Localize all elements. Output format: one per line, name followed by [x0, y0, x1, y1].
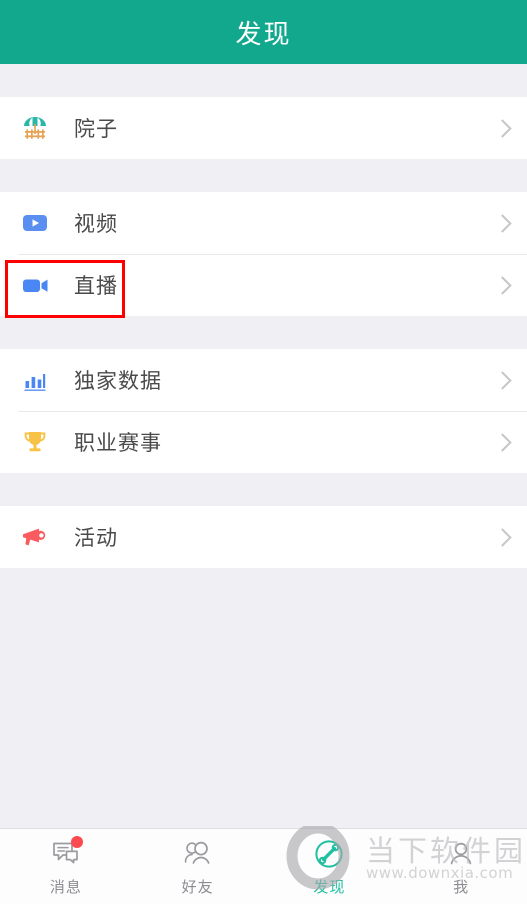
section-activity: 活动 [0, 506, 527, 568]
list-item-label: 独家数据 [74, 369, 162, 393]
page-header: 发现 [0, 0, 527, 64]
message-bubble-icon [47, 835, 85, 871]
tab-messages[interactable]: 消息 [0, 835, 132, 897]
tab-label: 好友 [181, 877, 214, 896]
discover-list: 院子 视频 直播 独家数据 职业赛事 活动 [0, 64, 527, 828]
chevron-right-icon [493, 213, 512, 233]
list-item-label: 直播 [74, 274, 118, 298]
unread-badge [70, 835, 83, 848]
section-yard: 院子 [0, 97, 527, 159]
chevron-right-icon [493, 527, 512, 547]
section-gap [0, 473, 527, 506]
friends-icon [179, 837, 217, 871]
live-camera-icon [18, 268, 52, 302]
list-item-exclusive-data[interactable]: 独家数据 [0, 349, 527, 411]
list-item-activity[interactable]: 活动 [0, 506, 527, 568]
tab-friends[interactable]: 好友 [132, 837, 264, 897]
section-media: 视频 直播 [0, 192, 527, 316]
section-gap [0, 316, 527, 349]
list-item-pro-events[interactable]: 职业赛事 [0, 411, 527, 473]
section-data-events: 独家数据 职业赛事 [0, 349, 527, 473]
tab-label: 消息 [49, 877, 82, 896]
tab-discover[interactable]: 发现 [264, 837, 396, 897]
list-item-yard[interactable]: 院子 [0, 97, 527, 159]
chevron-right-icon [493, 118, 512, 138]
section-gap [0, 159, 527, 192]
section-gap [0, 64, 527, 97]
app-screen: 发现 院子 视频 直播 独家数据 职业赛事 活动 消息 好友 发现 我 当下软件… [0, 0, 527, 904]
parasol-fence-icon [18, 111, 52, 145]
trophy-icon [18, 425, 52, 459]
list-item-video[interactable]: 视频 [0, 192, 527, 254]
discover-bone-icon [310, 837, 348, 871]
list-item-label: 视频 [74, 212, 118, 236]
bottom-navigation: 消息 好友 发现 我 [0, 828, 527, 904]
video-play-icon [18, 206, 52, 240]
bar-chart-icon [18, 363, 52, 397]
tab-label: 发现 [313, 877, 346, 896]
chevron-right-icon [493, 432, 512, 452]
megaphone-icon [18, 520, 52, 554]
chevron-right-icon [493, 275, 512, 295]
list-item-live[interactable]: 直播 [0, 254, 527, 316]
list-item-label: 院子 [74, 117, 118, 141]
list-item-label: 活动 [74, 526, 118, 550]
list-item-label: 职业赛事 [74, 431, 162, 455]
profile-icon [442, 837, 480, 871]
tab-profile[interactable]: 我 [395, 837, 527, 897]
page-title: 发现 [235, 19, 292, 50]
tab-label: 我 [453, 877, 470, 896]
chevron-right-icon [493, 370, 512, 390]
